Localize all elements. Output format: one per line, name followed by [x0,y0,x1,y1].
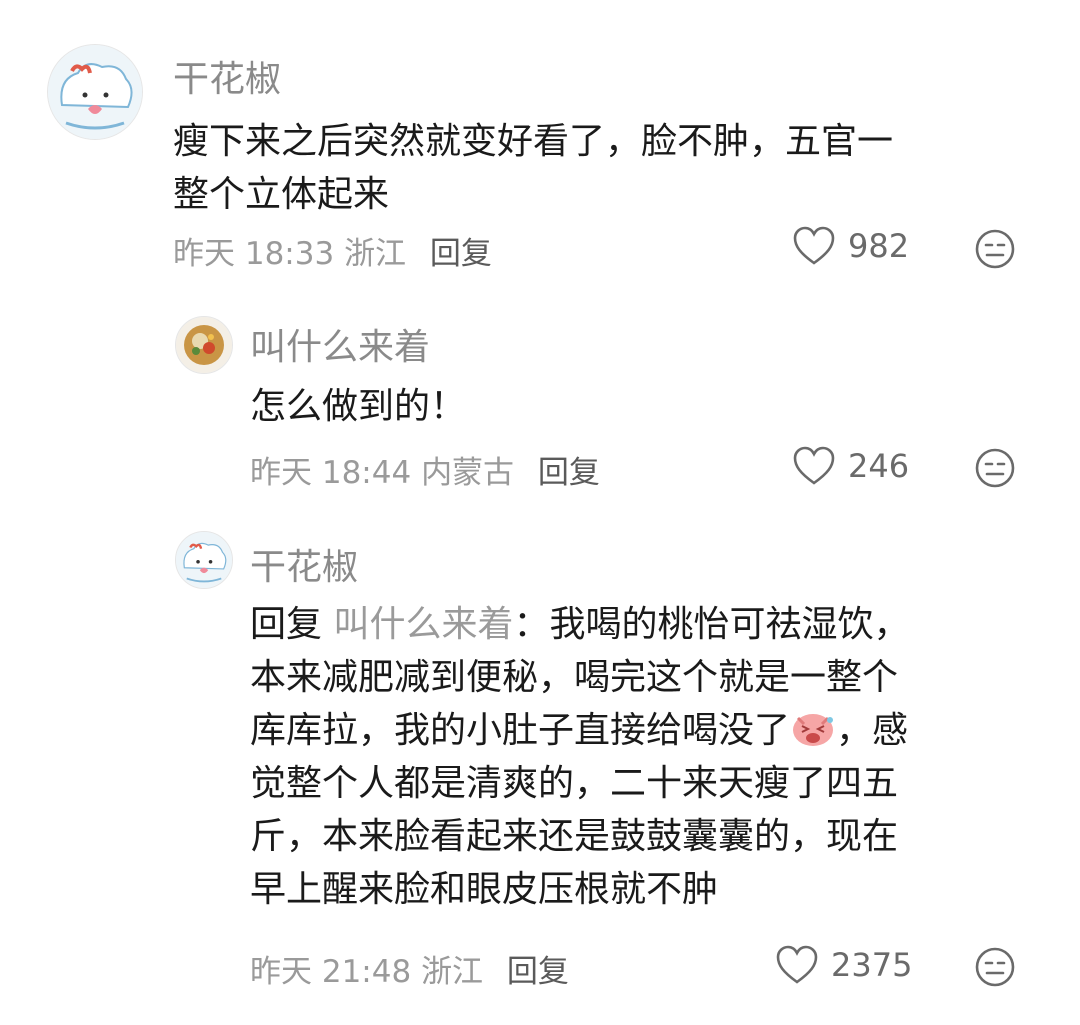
comment-text-line: 觉整个人都是清爽的，二十来天瘦了四五 [250,763,899,804]
comment-text: 怎么做到的！ [250,380,1030,433]
comment-meta: 昨天 21:48 浙江 回复 [250,946,569,991]
neutral-face-icon [975,229,1015,269]
comment-text: 瘦下来之后突然就变好看了，脸不肿，五官一 整个立体起来 [173,115,1033,221]
comment-text-segment: ：我喝的桃怡可祛湿饮， [513,604,910,645]
reply-prefix: 回复 [250,604,323,645]
location: 内蒙古 [421,455,515,491]
like-button[interactable]: 2375 [775,945,912,985]
username[interactable]: 干花椒 [173,50,281,102]
reply-button[interactable]: 回复 [430,236,492,272]
comment-text-line: 瘦下来之后突然就变好看了，脸不肿，五官一 [173,121,894,162]
like-count: 2375 [831,946,913,984]
like-count: 982 [848,227,910,265]
laughing-pig-emoji-icon [793,714,834,746]
timestamp: 昨天 18:33 [173,236,335,272]
heart-outline-icon [776,945,818,984]
comment-meta: 昨天 18:44 内蒙古 回复 [250,447,600,492]
reply-target-username[interactable]: 叫什么来着 [333,604,513,645]
avatar-cloud-mascot-icon [48,45,142,139]
comment-text-line: 回复 叫什么来着：我喝的桃怡可祛湿饮， [250,598,1040,651]
comment-text-line: 早上醒来脸和眼皮压根就不肿 [250,869,719,910]
comment-text-line: 怎么做到的！ [250,386,467,427]
comment-text-line: 本来减肥减到便秘，喝完这个就是一整个 [250,657,899,698]
location: 浙江 [421,954,484,990]
avatar-food-icon [176,317,232,373]
location: 浙江 [344,236,407,272]
comment-text-segment: 库库拉，我的小肚子直接给喝没了 [250,710,791,751]
reply-button[interactable]: 回复 [507,954,569,990]
comment-text-line: 整个立体起来 [173,174,390,215]
avatar-cloud-mascot-icon [176,532,232,588]
avatar[interactable] [175,316,233,374]
timestamp: 昨天 18:44 [250,455,412,491]
reply-button[interactable]: 回复 [538,455,600,491]
heart-outline-icon [793,226,835,265]
avatar[interactable] [175,531,233,589]
comment-meta: 昨天 18:33 浙江 回复 [173,228,492,273]
emoji-reaction-button[interactable] [974,447,1016,489]
username[interactable]: 叫什么来着 [250,318,430,370]
heart-outline-icon [793,446,835,485]
username[interactable]: 干花椒 [250,538,358,590]
neutral-face-icon [975,448,1015,488]
like-button[interactable]: 982 [792,226,909,266]
comment-text-line: 库库拉，我的小肚子直接给喝没了 ，感 [250,704,1040,757]
emoji-reaction-button[interactable] [974,228,1016,270]
emoji-reaction-button[interactable] [974,946,1016,988]
timestamp: 昨天 21:48 [250,954,412,990]
comment-text-line: 斤，本来脸看起来还是鼓鼓囊囊的，现在 [250,816,899,857]
comment-text: 回复 叫什么来着：我喝的桃怡可祛湿饮， 本来减肥减到便秘，喝完这个就是一整个 库… [250,598,1040,916]
neutral-face-icon [975,947,1015,987]
like-count: 246 [848,447,910,485]
avatar[interactable] [47,44,143,140]
comment-text-segment: ，感 [836,710,909,751]
like-button[interactable]: 246 [792,446,909,486]
